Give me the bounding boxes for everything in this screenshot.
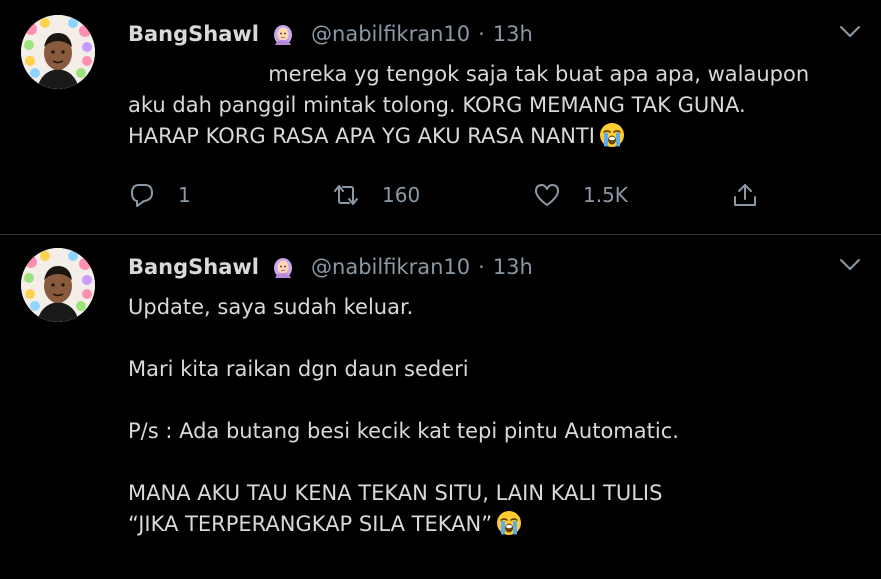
separator-dot: · [478, 22, 485, 46]
share-button[interactable] [731, 180, 759, 210]
text-indent [128, 62, 268, 86]
reply-count: 1 [178, 183, 191, 207]
reply-icon [128, 181, 156, 209]
retweet-icon [332, 181, 360, 209]
tweet-text-content: Update, saya sudah keluar. Mari kita rai… [128, 295, 679, 536]
loudly-crying-face-emoji [496, 510, 522, 536]
tweet-2[interactable]: BangShawl @nabilfikran10 · 13h Update, s… [0, 235, 881, 579]
timestamp[interactable]: 13h [493, 22, 533, 46]
like-count: 1.5K [583, 183, 628, 207]
tweet-text: mereka yg tengok saja tak buat apa apa, … [128, 59, 868, 152]
retweet-button[interactable]: 160 [332, 180, 420, 210]
user-handle[interactable]: @nabilfikran10 [311, 255, 470, 279]
chevron-down-icon[interactable] [838, 257, 862, 273]
tweet-actions: 1 160 1.5K [128, 180, 768, 210]
like-button[interactable]: 1.5K [533, 180, 628, 210]
tweet-text: Update, saya sudah keluar. Mari kita rai… [128, 292, 868, 540]
tweet-header: BangShawl @nabilfikran10 · 13h [128, 252, 533, 282]
chevron-down-icon[interactable] [838, 24, 862, 40]
heart-icon [533, 181, 561, 209]
tweet-header: BangShawl @nabilfikran10 · 13h [128, 19, 533, 49]
woman-with-headscarf-emoji [271, 22, 295, 46]
display-name[interactable]: BangShawl [128, 255, 259, 279]
share-icon [731, 181, 759, 209]
reply-button[interactable]: 1 [128, 180, 191, 210]
avatar[interactable] [21, 15, 95, 89]
separator-dot: · [478, 255, 485, 279]
display-name[interactable]: BangShawl [128, 22, 259, 46]
timestamp[interactable]: 13h [493, 255, 533, 279]
tweet-1[interactable]: BangShawl @nabilfikran10 · 13h mereka yg… [0, 0, 881, 235]
user-handle[interactable]: @nabilfikran10 [311, 22, 470, 46]
loudly-crying-face-emoji [599, 122, 625, 148]
avatar[interactable] [21, 248, 95, 322]
retweet-count: 160 [382, 183, 421, 207]
woman-with-headscarf-emoji [271, 255, 295, 279]
